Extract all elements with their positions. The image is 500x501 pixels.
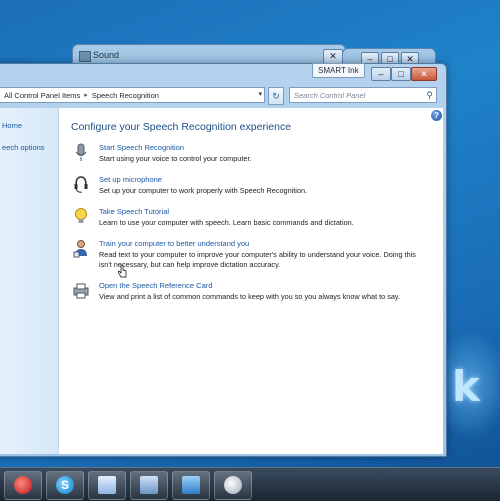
breadcrumb-speech-recognition[interactable]: Speech Recognition — [92, 91, 159, 100]
skype-icon: S — [56, 476, 74, 494]
taskbar-item[interactable] — [214, 471, 252, 500]
task-description: View and print a list of common commands… — [99, 292, 401, 301]
microphone-icon — [75, 143, 87, 161]
search-input[interactable]: Search Control Panel ⚲ — [289, 87, 437, 103]
mouse-cursor-icon — [118, 265, 127, 278]
taskbar: S — [0, 467, 500, 501]
sidebar-item-home[interactable]: Home — [2, 121, 22, 130]
address-bar[interactable]: All Control Panel Items ▸ Speech Recogni… — [0, 87, 265, 103]
task-description: Learn to use your computer with speech. … — [99, 218, 354, 227]
train-computer-link[interactable]: Train your computer to better understand… — [99, 239, 249, 248]
taskbar-item[interactable] — [88, 471, 126, 500]
control-panel-icon — [182, 476, 200, 494]
lightbulb-icon — [75, 208, 87, 223]
setup-microphone-link[interactable]: Set up microphone — [99, 175, 162, 184]
start-speech-link[interactable]: Start Speech Recognition — [99, 143, 184, 152]
sidebar: Home eech options — [0, 108, 59, 454]
sound-window-icon — [79, 51, 91, 62]
sidebar-item-speech-options[interactable]: eech options — [2, 143, 45, 152]
taskbar-item[interactable] — [4, 471, 42, 500]
sound-window-title: Sound — [93, 50, 120, 60]
task-description: Set up your computer to work properly wi… — [99, 186, 308, 195]
sound-close-button[interactable]: ✕ — [323, 49, 343, 64]
speech-recognition-window[interactable]: – □ ✕ All Control Panel Items ▸ Speech R… — [0, 63, 447, 457]
train-person-icon — [73, 240, 87, 258]
task-description: Start using your voice to control your c… — [99, 154, 252, 163]
page-title: Configure your Speech Recognition experi… — [71, 121, 292, 133]
help-icon[interactable]: ? — [431, 110, 442, 121]
task-description: Read text to your computer to improve yo… — [99, 250, 416, 269]
printer-icon — [73, 283, 89, 299]
close-button[interactable]: ✕ — [411, 67, 437, 81]
desktop-watermark: k — [452, 362, 480, 411]
breadcrumb-all-items[interactable]: All Control Panel Items — [4, 91, 80, 100]
shield-icon — [224, 476, 242, 494]
media-player-icon — [14, 476, 32, 494]
network-app-icon — [140, 476, 158, 494]
headset-icon — [74, 176, 88, 193]
breadcrumb-separator-icon: ▸ — [84, 92, 88, 99]
search-placeholder: Search Control Panel — [294, 91, 366, 100]
smart-ink-badge[interactable]: SMART Ink — [312, 63, 365, 78]
main-content: ? Configure your Speech Recognition expe… — [59, 108, 443, 454]
taskbar-item[interactable] — [172, 471, 210, 500]
taskbar-item[interactable]: S — [46, 471, 84, 500]
address-dropdown-icon[interactable]: ▾ — [258, 90, 262, 98]
speech-tutorial-link[interactable]: Take Speech Tutorial — [99, 207, 169, 216]
maximize-button[interactable]: □ — [391, 67, 411, 81]
minimize-button[interactable]: – — [371, 67, 391, 81]
refresh-button[interactable]: ↻ — [268, 87, 284, 105]
search-icon[interactable]: ⚲ — [426, 88, 433, 103]
taskbar-item[interactable] — [130, 471, 168, 500]
notepad-icon — [98, 476, 116, 494]
reference-card-link[interactable]: Open the Speech Reference Card — [99, 281, 212, 290]
